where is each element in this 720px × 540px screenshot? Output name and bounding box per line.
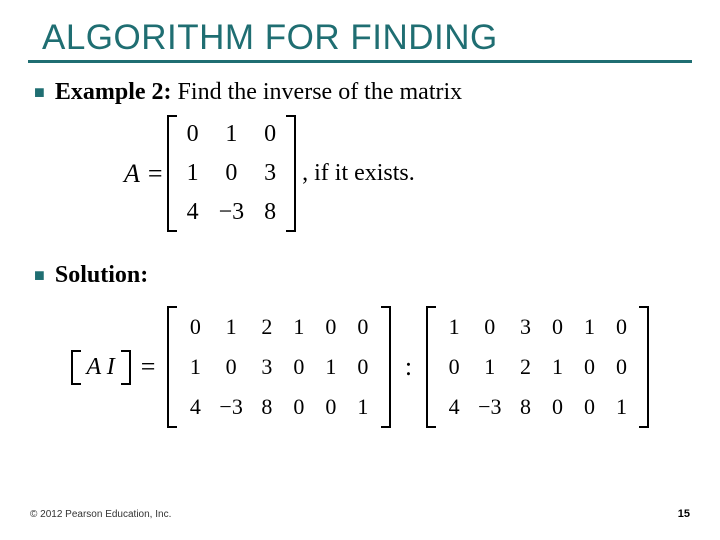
matrix-cell: 3 (259, 354, 275, 380)
matrix-cell: 0 (478, 314, 501, 340)
matrix-cell: 0 (355, 354, 371, 380)
example-rest: Find the inverse of the matrix (172, 79, 463, 105)
matrix-cell: 1 (219, 121, 245, 148)
matrix-cell: 0 (219, 354, 242, 380)
matrix-cell: 1 (219, 314, 242, 340)
matrix-cell: −3 (478, 394, 501, 420)
bracket-right-icon (286, 115, 296, 232)
augmented-left-grid: 0121001030104−38001 (177, 306, 380, 428)
matrix-cell: 0 (581, 354, 597, 380)
example-label: Example 2: (55, 79, 172, 105)
label-bracket: A I (71, 350, 131, 385)
augmented-right: 1030100121004−38001 (426, 306, 649, 428)
example-text: Example 2: Find the inverse of the matri… (55, 77, 462, 107)
matrix-cell: 0 (323, 314, 339, 340)
page-number: 15 (678, 508, 690, 520)
bracket-right-icon (381, 306, 391, 428)
matrix-cell: 2 (259, 314, 275, 340)
matrix-cell: 1 (446, 314, 462, 340)
bracket-right-icon (639, 306, 649, 428)
matrix-cell: 8 (259, 394, 275, 420)
solution-bullet: ■ Solution: (34, 260, 686, 290)
augmented-label: A I (81, 350, 121, 385)
matrix-a-row: A = 0101034−38 , if it exists. (124, 115, 686, 232)
matrix-cell: 0 (262, 121, 278, 148)
bracket-left-icon (71, 350, 81, 385)
matrix-cell: 0 (291, 394, 307, 420)
equals-sign: = (148, 159, 163, 189)
matrix-cell: 0 (291, 354, 307, 380)
matrix-a-label: A (124, 159, 140, 189)
matrix-a-grid: 0101034−38 (177, 115, 287, 232)
matrix-a: 0101034−38 (167, 115, 297, 232)
content-area: ■ Example 2: Find the inverse of the mat… (28, 63, 692, 428)
matrix-cell: 4 (187, 394, 203, 420)
copyright-footer: © 2012 Pearson Education, Inc. (30, 509, 171, 520)
slide-title: ALGORITHM FOR FINDING (28, 18, 692, 58)
matrix-cell: 1 (187, 354, 203, 380)
matrix-cell: 1 (323, 354, 339, 380)
matrix-cell: 0 (355, 314, 371, 340)
matrix-a-suffix: , if it exists. (302, 160, 415, 187)
matrix-cell: 0 (613, 354, 629, 380)
matrix-cell: −3 (219, 199, 245, 226)
solution-text: Solution: (55, 260, 148, 290)
matrix-cell: 0 (581, 394, 597, 420)
tilde-icon: : (405, 352, 412, 382)
matrix-cell: −3 (219, 394, 242, 420)
example-bullet: ■ Example 2: Find the inverse of the mat… (34, 77, 686, 107)
bracket-right-icon (121, 350, 131, 385)
matrix-cell: 3 (517, 314, 533, 340)
augmented-equation: A I = 0121001030104−38001 : 103010012100… (34, 306, 686, 428)
matrix-cell: 0 (549, 314, 565, 340)
matrix-cell: 0 (323, 394, 339, 420)
matrix-cell: 8 (517, 394, 533, 420)
matrix-cell: 1 (355, 394, 371, 420)
matrix-cell: 2 (517, 354, 533, 380)
augmented-left: 0121001030104−38001 (167, 306, 390, 428)
slide: ALGORITHM FOR FINDING ■ Example 2: Find … (0, 0, 720, 540)
augmented-right-grid: 1030100121004−38001 (436, 306, 639, 428)
matrix-cell: 1 (613, 394, 629, 420)
matrix-cell: 0 (549, 394, 565, 420)
matrix-cell: 0 (613, 314, 629, 340)
matrix-cell: 1 (478, 354, 501, 380)
bullet-icon: ■ (34, 77, 45, 107)
matrix-cell: 0 (187, 314, 203, 340)
matrix-cell: 3 (262, 160, 278, 187)
equals-sign: = (141, 352, 156, 382)
bracket-left-icon (426, 306, 436, 428)
bracket-left-icon (167, 306, 177, 428)
solution-label: Solution: (55, 262, 148, 288)
matrix-cell: 1 (581, 314, 597, 340)
bracket-left-icon (167, 115, 177, 232)
matrix-cell: 1 (549, 354, 565, 380)
matrix-cell: 0 (446, 354, 462, 380)
matrix-cell: 1 (291, 314, 307, 340)
matrix-cell: 0 (219, 160, 245, 187)
bullet-icon: ■ (34, 260, 45, 290)
matrix-cell: 0 (185, 121, 201, 148)
matrix-cell: 8 (262, 199, 278, 226)
matrix-cell: 1 (185, 160, 201, 187)
matrix-cell: 4 (185, 199, 201, 226)
matrix-cell: 4 (446, 394, 462, 420)
